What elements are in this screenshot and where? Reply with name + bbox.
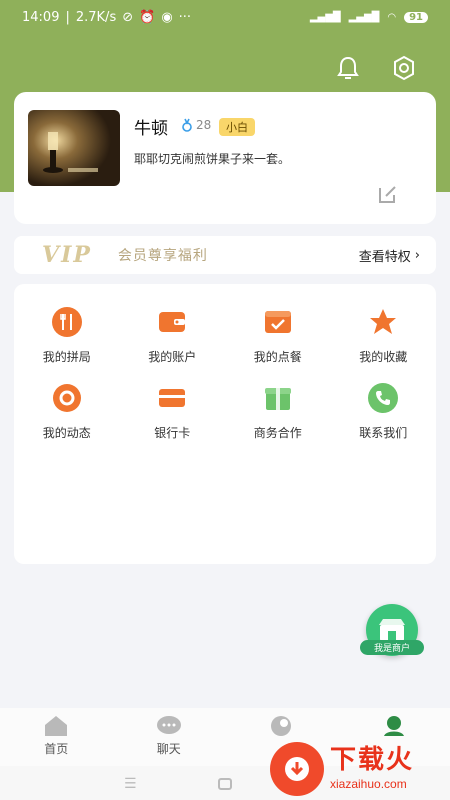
menu-item-my-orders[interactable]: 我的点餐 [225,306,331,382]
order-check-icon [264,311,291,333]
bank-card-icon [159,389,186,407]
wallet-icon [159,312,186,332]
phone-icon [368,383,399,413]
merchant-label[interactable]: 我是商户 [360,640,424,655]
tab-label: 聊天 [156,742,181,756]
vip-banner[interactable]: VIP 会员尊享福利 查看特权 › [14,236,436,274]
menu-label: 我的点餐 [253,350,302,364]
watermark-logo-icon [270,742,324,796]
network-speed: 2.7K/s [75,9,117,25]
user-badge: 小白 [219,118,255,136]
bell-icon[interactable] [334,54,362,82]
tab-home[interactable]: 首页 [0,708,113,766]
menu-item-my-favorites[interactable]: 我的收藏 [331,306,437,382]
battery-icon: 91 [404,11,428,23]
user-bio: 耶耶切克闹煎饼果子来一套。 [134,152,291,166]
chat-icon [156,716,181,734]
alarm-icon: ⏰ [139,9,156,25]
user-level: 28 [182,118,211,132]
menu-nav-icon[interactable]: ☰ [124,776,137,792]
header-actions [334,54,418,82]
profile-card[interactable]: 牛顿 28 小白 耶耶切克闹煎饼果子来一套。 [14,92,436,224]
menu-label: 我的拼局 [42,350,91,364]
menu-label: 联系我们 [359,426,408,440]
signal-icon: ▂▄▆█ [309,11,341,23]
profile-icon [383,716,404,736]
avatar[interactable] [28,110,120,186]
menu-label: 银行卡 [154,426,191,440]
menu-card: 我的拼局 我的账户 我的点餐 我的收藏 我的动态 银行卡 商务合作 联系我们 [14,284,436,564]
vip-text: 会员尊享福利 [117,248,208,264]
menu-item-my-feed[interactable]: 我的动态 [14,382,120,458]
ring-icon [52,384,81,412]
tab-label: 首页 [44,742,69,756]
menu-item-bank-card[interactable]: 银行卡 [120,382,226,458]
circle-icon [271,716,292,736]
home-nav-icon[interactable] [218,778,232,790]
status-time: 14:09 [22,9,60,25]
menu-label: 商务合作 [253,426,302,440]
menu-label: 我的账户 [148,350,197,364]
status-bar: 14:09 | 2.7K/s ⊘ ⏰ ◉ ··· ▂▄▆█ ▂▄▆█ ◠ 91 [0,0,450,34]
watermark-subtitle: xiazaihuo.com [330,777,407,791]
settings-icon[interactable] [390,54,418,82]
chevron-right-icon: › [414,247,420,263]
level-icon [182,118,192,132]
vip-link-label: 查看特权 [358,249,411,265]
menu-item-business-cooperation[interactable]: 商务合作 [225,382,331,458]
tab-chat[interactable]: 聊天 [113,708,226,766]
alarm-off-icon: ⊘ [122,9,134,25]
menu-label: 我的动态 [42,426,91,440]
signal-icon-2: ▂▄▆█ [348,11,380,23]
menu-item-my-groups[interactable]: 我的拼局 [14,306,120,382]
gift-box-icon [264,388,291,410]
menu-item-my-account[interactable]: 我的账户 [120,306,226,382]
watermark-title: 下载火 [330,745,415,775]
wechat-icon: ◉ [161,9,173,25]
edit-icon[interactable] [376,182,400,206]
vip-logo: VIP [42,242,92,268]
home-icon [45,716,68,736]
utensils-icon [51,307,82,337]
more-dots-icon: ··· [178,9,192,25]
wifi-icon: ◠ [387,11,397,23]
menu-label: 我的收藏 [359,350,408,364]
username: 牛顿 [134,119,168,139]
view-privileges-link[interactable]: 查看特权 › [359,246,420,265]
menu-item-contact-us[interactable]: 联系我们 [331,382,437,458]
level-value: 28 [196,118,212,132]
watermark: 下载火 xiazaihuo.com [270,738,450,800]
star-icon [370,309,397,334]
